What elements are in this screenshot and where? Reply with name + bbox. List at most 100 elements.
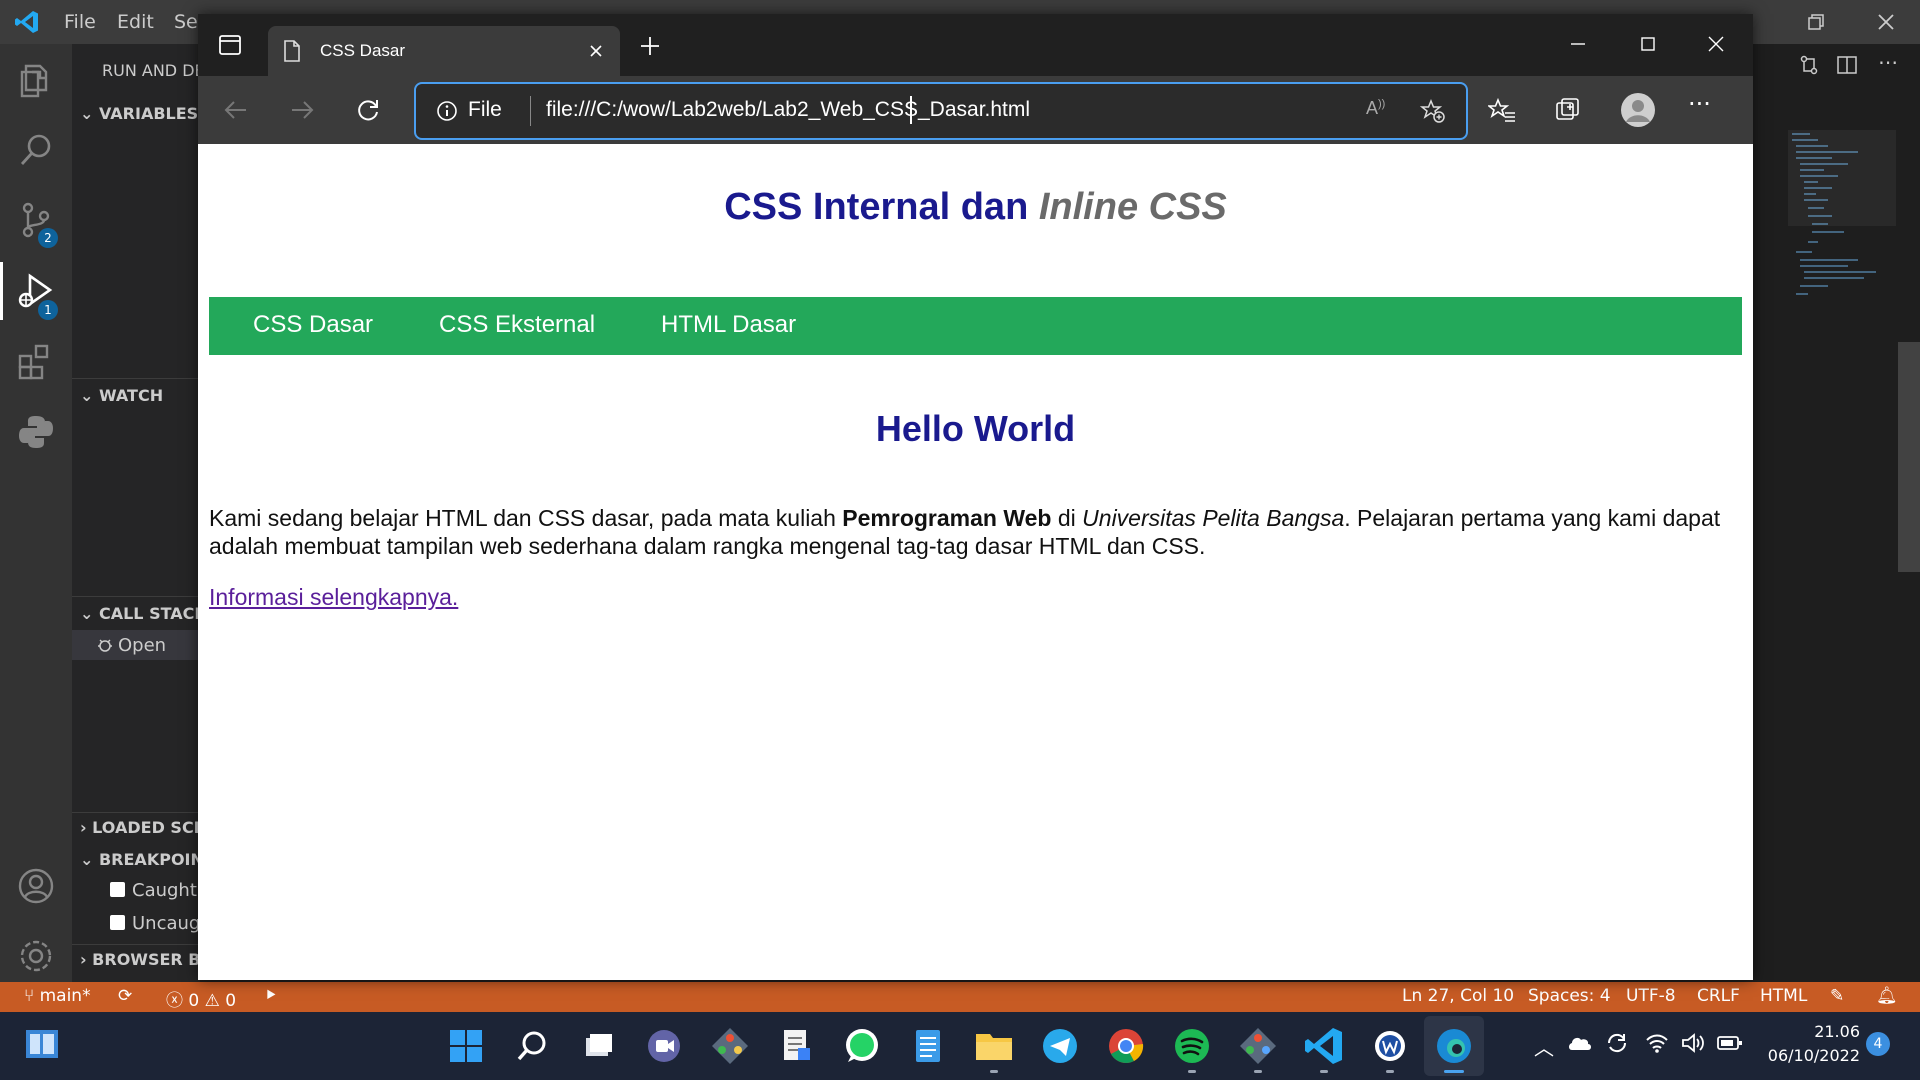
- encoding[interactable]: UTF-8: [1626, 986, 1676, 1006]
- section-loaded-scripts[interactable]: › LOADED SCI: [80, 818, 200, 837]
- chrome-icon[interactable]: [1104, 1024, 1148, 1068]
- more-actions-icon[interactable]: ⋯: [1878, 50, 1898, 74]
- compare-icon[interactable]: [1798, 54, 1820, 76]
- split-editor-icon[interactable]: [1836, 54, 1858, 76]
- battery-icon[interactable]: [1716, 1032, 1744, 1054]
- section-watch-label: WATCH: [98, 386, 164, 405]
- editor-scrollbar[interactable]: [1898, 342, 1920, 572]
- task-view-icon[interactable]: [576, 1024, 620, 1068]
- debug-badge: 1: [38, 300, 58, 320]
- minimize-icon[interactable]: [1568, 34, 1588, 54]
- restore-icon[interactable]: [1806, 12, 1826, 32]
- line-ending[interactable]: CRLF: [1697, 986, 1740, 1006]
- file-explorer-icon[interactable]: [972, 1024, 1016, 1068]
- page-document-icon: [282, 40, 302, 62]
- close-icon[interactable]: [1876, 12, 1896, 32]
- url-input[interactable]: file:///C:/wow/Lab2web/Lab2_Web_CSS_Dasa…: [546, 98, 1030, 122]
- nav-link-css-dasar[interactable]: CSS Dasar: [253, 311, 373, 339]
- read-aloud-icon[interactable]: A)): [1366, 98, 1385, 119]
- nav-link-html-dasar[interactable]: HTML Dasar: [661, 311, 796, 339]
- nav-link-css-eksternal[interactable]: CSS Eksternal: [439, 311, 595, 339]
- branch-icon: ⑂: [24, 986, 40, 1006]
- section-call-stack[interactable]: ⌄ CALL STACK: [80, 604, 200, 623]
- problems-status[interactable]: ⓧ 0 ⚠ 0: [166, 986, 236, 1011]
- section-variables[interactable]: ⌄ VARIABLES: [80, 104, 198, 123]
- language-mode[interactable]: HTML: [1760, 986, 1807, 1006]
- address-bar[interactable]: File file:///C:/wow/Lab2web/Lab2_Web_CSS…: [414, 82, 1468, 140]
- window-close-icon[interactable]: [1706, 34, 1726, 54]
- git-tool-icon[interactable]: [708, 1024, 752, 1068]
- maximize-icon[interactable]: [1638, 34, 1658, 54]
- section-watch[interactable]: ⌄ WATCH: [80, 386, 163, 405]
- spotify-icon[interactable]: [1170, 1024, 1214, 1068]
- edge-browser-window: CSS Dasar ··· File file:///C:/wow/Lab2we…: [198, 14, 1753, 980]
- vscode-taskbar-icon[interactable]: [1302, 1024, 1346, 1068]
- breakpoint-uncaught-label: Uncaug: [132, 913, 200, 934]
- collections-icon[interactable]: [1554, 96, 1582, 124]
- edge-icon[interactable]: [1432, 1024, 1476, 1068]
- git-client-icon[interactable]: [1236, 1024, 1280, 1068]
- call-stack-item-label: Open: [118, 635, 167, 656]
- menu-file[interactable]: File: [64, 11, 96, 33]
- search-icon[interactable]: [14, 128, 58, 172]
- wifi-icon[interactable]: [1644, 1030, 1670, 1056]
- notes-app-icon[interactable]: [906, 1024, 950, 1068]
- forward-arrow-icon[interactable]: [288, 96, 316, 124]
- telegram-icon[interactable]: [1038, 1024, 1082, 1068]
- branch-status[interactable]: ⑂ main*: [24, 986, 91, 1006]
- indentation[interactable]: Spaces: 4: [1528, 986, 1611, 1006]
- breakpoint-caught-label: Caught: [132, 880, 197, 901]
- info-icon[interactable]: [436, 100, 458, 122]
- python-icon[interactable]: [14, 410, 58, 454]
- tab-close-icon[interactable]: [588, 43, 604, 59]
- clock-date[interactable]: 06/10/2022: [1760, 1046, 1860, 1065]
- sync-icon[interactable]: ⟳: [118, 986, 132, 1006]
- checkbox-caught[interactable]: [110, 882, 125, 897]
- teams-chat-icon[interactable]: [642, 1024, 686, 1068]
- activity-bar: 2 1: [0, 44, 72, 982]
- call-stack-item[interactable]: Open: [72, 630, 200, 660]
- cursor-position[interactable]: Ln 27, Col 10: [1402, 986, 1514, 1006]
- more-info-link[interactable]: Informasi selengkapnya.: [209, 584, 458, 611]
- sync-status-icon[interactable]: [1604, 1030, 1630, 1056]
- section-breakpoints[interactable]: ⌄ BREAKPOIN: [80, 850, 200, 869]
- extensions-icon[interactable]: [14, 340, 58, 384]
- refresh-icon[interactable]: [354, 96, 382, 124]
- feedback-icon[interactable]: ✎: [1830, 986, 1844, 1006]
- onedrive-cloud-icon[interactable]: [1566, 1032, 1594, 1054]
- back-arrow-icon[interactable]: [222, 96, 250, 124]
- active-app-indicator: [1444, 1070, 1464, 1073]
- widgets-icon[interactable]: [24, 1028, 60, 1060]
- section-browser-breakpoints[interactable]: › BROWSER B: [80, 950, 200, 969]
- add-favorite-star-icon[interactable]: [1420, 98, 1446, 124]
- show-hidden-icons-chevron-icon[interactable]: ︿: [1534, 1032, 1554, 1061]
- account-icon[interactable]: [14, 864, 58, 908]
- settings-more-icon[interactable]: ···: [1688, 90, 1711, 118]
- web-page: CSS Internal dan Inline CSS CSS Dasar CS…: [198, 144, 1753, 980]
- menu-edit[interactable]: Edit: [117, 11, 154, 33]
- whatsapp-icon[interactable]: [840, 1024, 884, 1068]
- word-app-icon[interactable]: [1368, 1024, 1412, 1068]
- notification-count-badge[interactable]: 4: [1866, 1032, 1890, 1056]
- menu-selection[interactable]: Se: [174, 11, 198, 33]
- start-windows-icon[interactable]: [444, 1024, 488, 1068]
- new-tab-plus-icon[interactable]: [638, 34, 662, 58]
- divider: [72, 378, 200, 379]
- section-variables-label: VARIABLES: [98, 104, 199, 123]
- para-bold: Pemrograman Web: [842, 505, 1052, 531]
- active-indicator: [0, 262, 3, 320]
- volume-icon[interactable]: [1680, 1030, 1706, 1056]
- tab-actions-icon[interactable]: [218, 33, 242, 57]
- favorites-icon[interactable]: [1488, 96, 1516, 124]
- settings-gear-icon[interactable]: [14, 934, 58, 978]
- clock-time[interactable]: 21.06: [1760, 1022, 1860, 1041]
- tab-css-dasar[interactable]: CSS Dasar: [268, 26, 620, 76]
- profile-avatar-icon[interactable]: [1620, 92, 1656, 128]
- notifications-bell-icon[interactable]: 🔔︎: [1876, 986, 1898, 1006]
- divider: [72, 812, 200, 813]
- notepad-icon[interactable]: [774, 1024, 818, 1068]
- search-taskbar-icon[interactable]: [510, 1024, 554, 1068]
- debug-launch-icon[interactable]: ⯈: [264, 986, 278, 1006]
- explorer-icon[interactable]: [14, 58, 58, 102]
- checkbox-uncaught[interactable]: [110, 915, 125, 930]
